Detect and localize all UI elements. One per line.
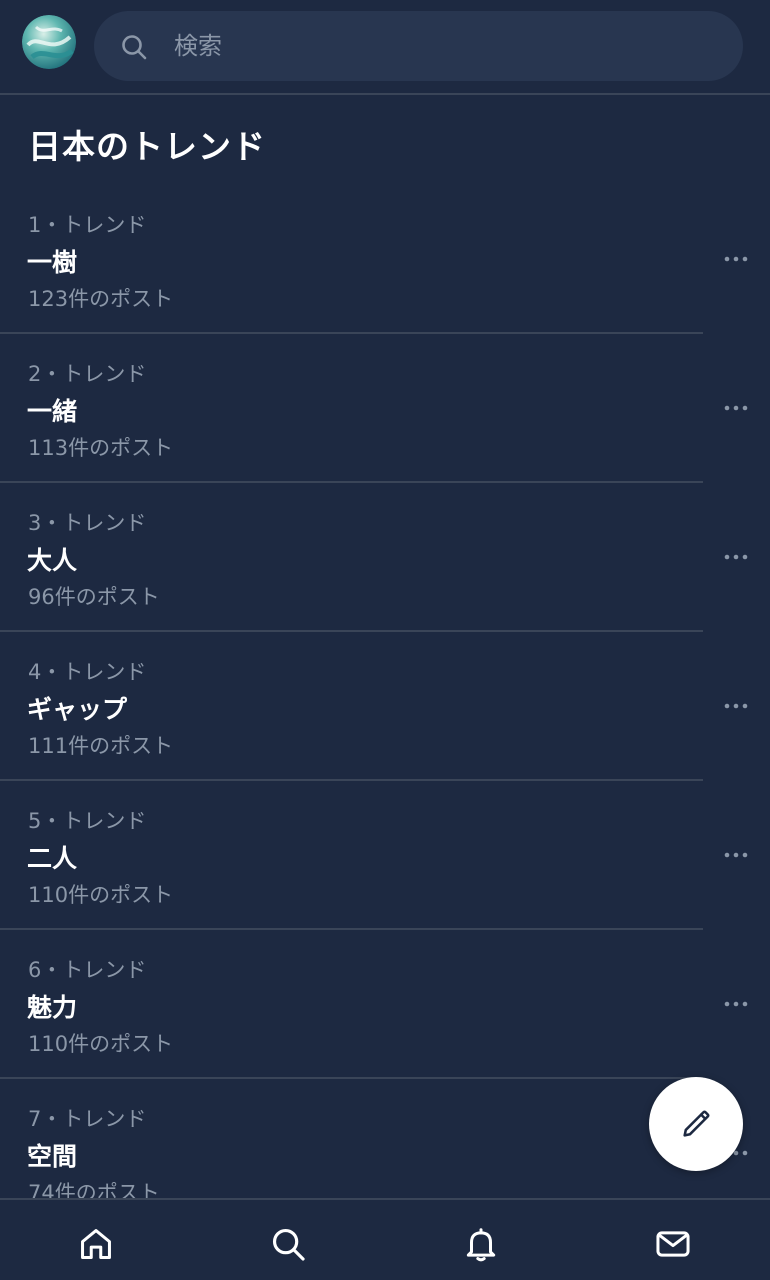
trend-list: 1・トレンド一樹 123件のポスト 2・トレンド一緒 113件のポスト 3・トレンド大人… [0, 185, 770, 1198]
trend-name: 空間 [27, 1142, 78, 1171]
trend-rank: 1・トレンド [28, 213, 147, 237]
avatar[interactable] [22, 15, 76, 69]
nav-home[interactable] [76, 1224, 116, 1264]
more-horizontal-icon [724, 1001, 748, 1007]
bottom-nav [0, 1198, 770, 1280]
more-options-button[interactable] [716, 688, 756, 724]
home-icon [81, 1229, 111, 1259]
trend-item[interactable]: 4・トレンドギャップ 111件のポスト [0, 632, 770, 781]
trend-item[interactable]: 5・トレンド二人 110件のポスト [0, 781, 770, 930]
nav-notifications[interactable] [461, 1224, 501, 1264]
trend-item[interactable]: 2・トレンド一緒 113件のポスト [0, 334, 770, 483]
more-options-button[interactable] [716, 241, 756, 277]
trend-post-count: 110件のポスト [28, 883, 174, 907]
trend-rank: 5・トレンド [28, 809, 147, 833]
search-icon [122, 35, 147, 60]
trend-name: ギャップ [27, 695, 128, 724]
trend-name: 一緒 [27, 397, 78, 426]
trend-post-count: 96件のポスト [28, 585, 160, 609]
more-options-button[interactable] [716, 390, 756, 426]
trend-name: 二人 [27, 844, 78, 873]
trend-post-count: 113件のポスト [28, 436, 174, 460]
nav-search[interactable] [268, 1224, 308, 1264]
trend-post-count: 111件のポスト [28, 734, 174, 758]
compose-button[interactable] [649, 1077, 743, 1171]
trend-post-count: 110件のポスト [28, 1032, 174, 1056]
trend-item[interactable]: 6・トレンド魅力 110件のポスト [0, 930, 770, 1079]
trend-rank: 4・トレンド [28, 660, 147, 684]
more-horizontal-icon [724, 852, 748, 858]
trend-post-count: 74件のポスト [28, 1181, 160, 1198]
trend-rank: 2・トレンド [28, 362, 147, 386]
more-options-button[interactable] [716, 539, 756, 575]
more-options-button[interactable] [716, 837, 756, 873]
mail-icon [656, 1231, 690, 1257]
page-title: 日本のトレンド [28, 127, 266, 166]
trend-post-count: 123件のポスト [28, 287, 174, 311]
nav-messages[interactable] [653, 1224, 693, 1264]
trend-item[interactable]: 1・トレンド一樹 123件のポスト [0, 185, 770, 334]
trend-rank: 7・トレンド [28, 1107, 147, 1131]
trend-item[interactable]: 3・トレンド大人 96件のポスト [0, 483, 770, 632]
bell-icon [466, 1228, 496, 1262]
more-horizontal-icon [724, 703, 748, 709]
avatar-image [22, 15, 76, 69]
trend-rank: 3・トレンド [28, 511, 147, 535]
search-bar[interactable] [94, 11, 743, 81]
more-horizontal-icon [724, 256, 748, 262]
pencil-icon [683, 1110, 710, 1137]
search-icon [272, 1228, 305, 1261]
more-options-button[interactable] [716, 986, 756, 1022]
more-horizontal-icon [724, 554, 748, 560]
trend-rank: 6・トレンド [28, 958, 147, 982]
search-input[interactable] [174, 11, 714, 81]
more-horizontal-icon [724, 405, 748, 411]
top-bar [0, 0, 770, 95]
trend-name: 魅力 [27, 993, 78, 1022]
trend-name: 大人 [27, 546, 78, 575]
trend-name: 一樹 [27, 248, 78, 277]
